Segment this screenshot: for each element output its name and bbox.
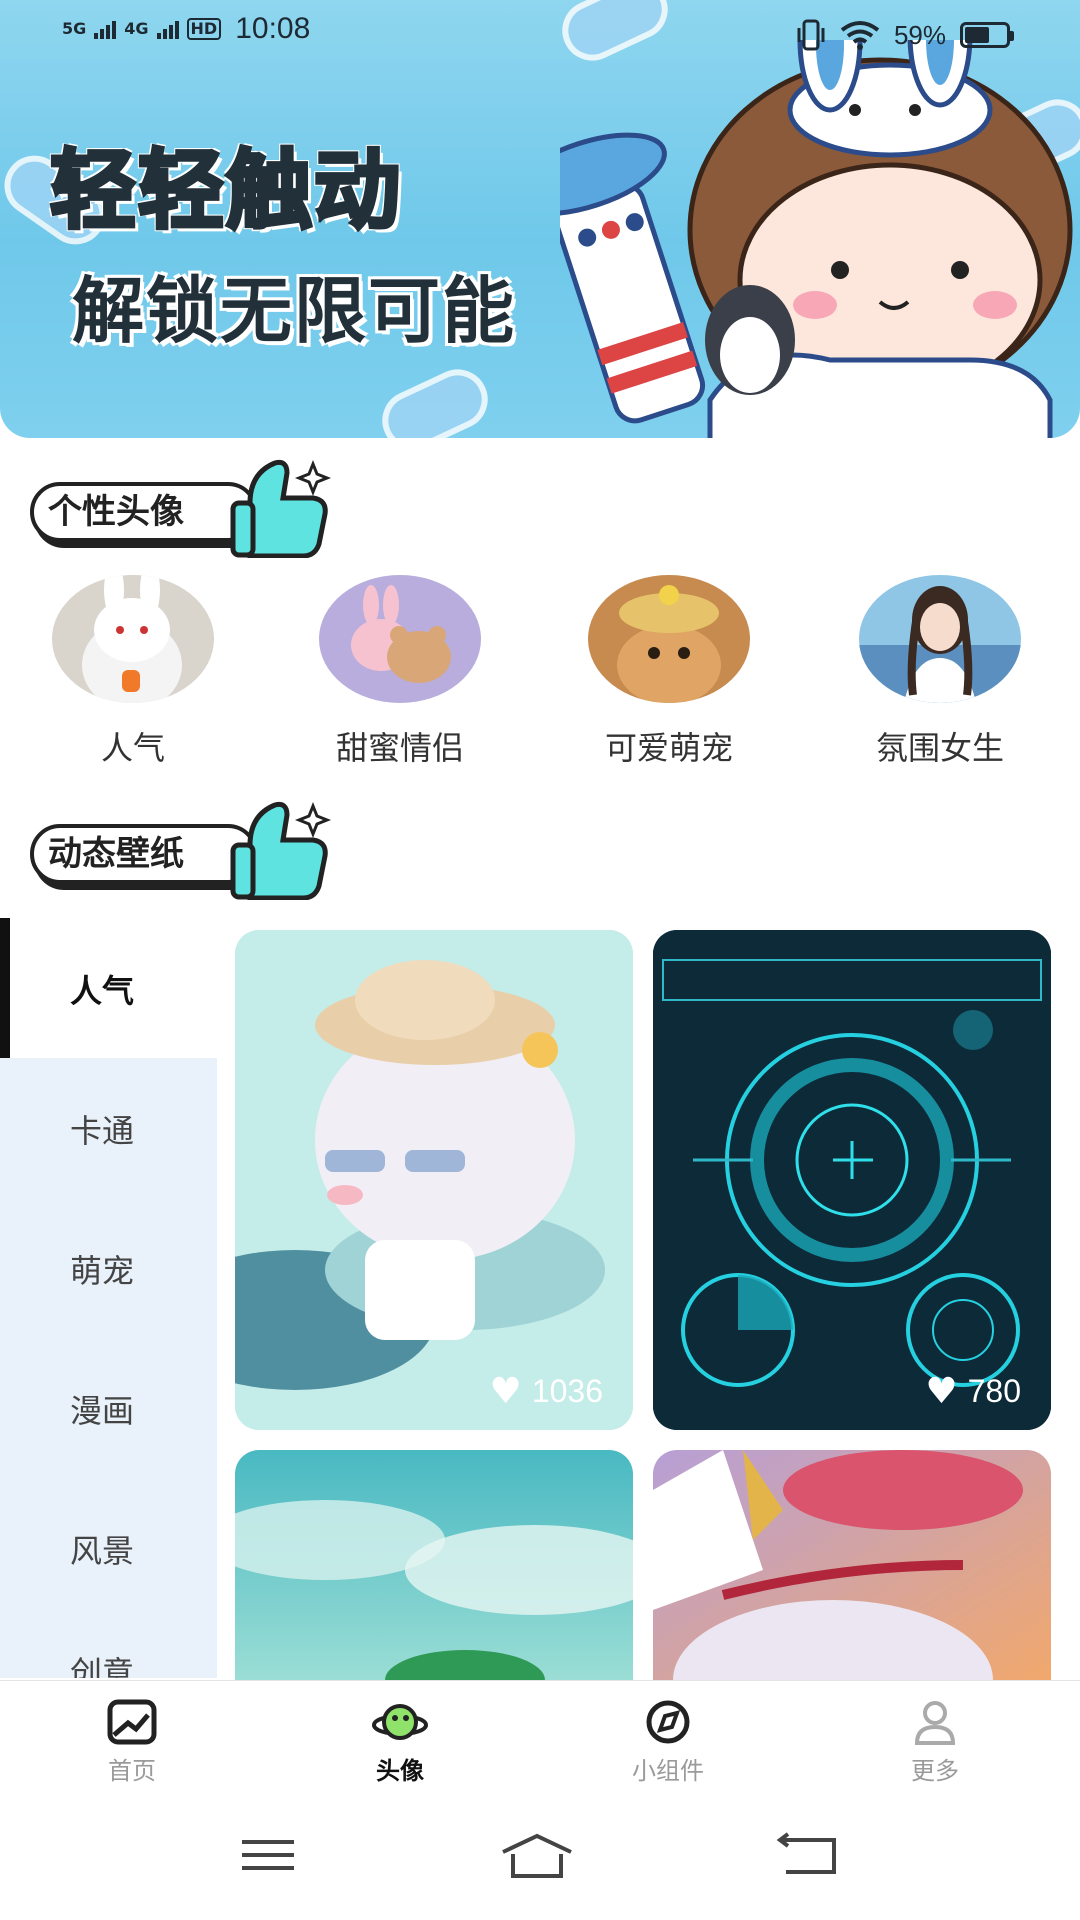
- nav-label: 小组件: [632, 1757, 704, 1785]
- wallpaper-thumbnail: [653, 1450, 1051, 1690]
- category-label: 风景: [70, 1532, 135, 1570]
- wallpaper-card[interactable]: ♥ 1036: [235, 930, 633, 1430]
- avatar-category-label: 人气: [100, 729, 165, 767]
- battery-icon: [960, 22, 1014, 48]
- section-title-avatars: 个性头像: [30, 482, 258, 542]
- category-tab-pets[interactable]: 萌宠: [0, 1198, 217, 1338]
- avatar-category-label: 甜蜜情侣: [335, 729, 464, 767]
- avatar-category-couples[interactable]: 甜蜜情侣: [305, 575, 495, 769]
- banner-headline: 轻轻触动: [48, 139, 402, 243]
- heart-icon: ♥: [925, 1370, 958, 1412]
- category-tab-scenery[interactable]: 风景: [0, 1478, 217, 1618]
- back-icon[interactable]: [770, 1830, 850, 1880]
- wallpaper-card[interactable]: [235, 1450, 633, 1690]
- thumbs-up-icon: [230, 459, 332, 558]
- avatar-category-label: 氛围女生: [875, 729, 1004, 767]
- wallpaper-card[interactable]: [653, 1450, 1051, 1690]
- nav-tab-avatar[interactable]: 头像: [320, 1699, 480, 1786]
- avatar-category-row: 人气 甜蜜情侣 可爱萌宠 氛围女生: [0, 562, 1080, 767]
- wallpapers-section-header: 动态壁纸: [30, 800, 332, 900]
- like-counter: ♥ 1036: [490, 1373, 603, 1410]
- girl-portrait-avatar: [859, 575, 1021, 703]
- category-tab-creative[interactable]: 创意: [0, 1618, 217, 1678]
- avatars-section-header: 个性头像: [30, 458, 332, 558]
- category-label: 卡通: [70, 1112, 135, 1150]
- like-count: 780: [967, 1373, 1021, 1409]
- nav-tab-home[interactable]: 首页: [52, 1699, 212, 1786]
- mascot-illustration: [560, 40, 1073, 438]
- hd-voice-badge: HD: [186, 18, 222, 40]
- cat-in-hat-avatar: [588, 575, 750, 705]
- avatar-category-pets[interactable]: 可爱萌宠: [574, 575, 764, 769]
- wallpaper-card[interactable]: ♥ 780: [653, 930, 1051, 1430]
- planet-icon: [372, 1704, 428, 1740]
- category-label: 漫画: [70, 1392, 135, 1430]
- white-rabbit-avatar: [52, 562, 214, 710]
- status-bar: 5G 4G HD 10:08 59%: [0, 0, 1080, 66]
- banner-subheadline: 解锁无限可能: [72, 269, 517, 353]
- menu-icon[interactable]: [228, 1830, 308, 1880]
- wallpaper-category-sidebar: 人气 卡通 萌宠 漫画 风景 创意: [0, 918, 217, 1678]
- bottom-navigation: 首页 头像 小组件 更多: [0, 1680, 1080, 1790]
- nav-label: 头像: [376, 1757, 424, 1785]
- category-tab-cartoon[interactable]: 卡通: [0, 1058, 217, 1198]
- category-label: 人气: [70, 972, 135, 1010]
- signal-icon: [94, 19, 117, 39]
- wallpaper-thumbnail: [235, 1450, 633, 1690]
- avatar-category-girls[interactable]: 氛围女生: [845, 575, 1035, 769]
- battery-percent: 59%: [893, 19, 946, 50]
- system-navigation-bar: [0, 1790, 1080, 1920]
- network-type-4g: 4G: [124, 19, 149, 38]
- avatar-category-popular[interactable]: 人气: [38, 562, 228, 769]
- user-icon: [914, 1701, 956, 1745]
- network-type-5g: 5G: [62, 19, 87, 38]
- vibrate-icon: [797, 19, 825, 51]
- clock: 10:08: [235, 12, 311, 45]
- nav-tab-more[interactable]: 更多: [855, 1699, 1015, 1786]
- like-count: 1036: [531, 1373, 603, 1409]
- category-tab-popular[interactable]: 人气: [0, 918, 217, 1058]
- avatar-category-label: 可爱萌宠: [604, 729, 733, 767]
- candy-decoration: [372, 359, 498, 438]
- nav-tab-widgets[interactable]: 小组件: [588, 1699, 748, 1786]
- nav-label: 首页: [108, 1757, 156, 1785]
- active-indicator: [0, 918, 10, 1058]
- category-tab-comics[interactable]: 漫画: [0, 1338, 217, 1478]
- wifi-icon: [840, 21, 880, 50]
- category-label: 创意: [70, 1654, 135, 1678]
- bunny-bear-avatar: [319, 575, 481, 703]
- wallpaper-thumbnail: [235, 930, 633, 1430]
- heart-icon: ♥: [489, 1370, 522, 1412]
- like-counter: ♥ 780: [925, 1373, 1021, 1410]
- category-label: 萌宠: [70, 1252, 135, 1290]
- photo-icon: [107, 1699, 157, 1745]
- wallpaper-thumbnail: [653, 930, 1051, 1430]
- nav-label: 更多: [911, 1757, 959, 1785]
- thumbs-up-icon: [230, 801, 332, 900]
- section-title-wallpapers: 动态壁纸: [30, 824, 258, 884]
- compass-icon: [646, 1700, 690, 1744]
- signal-icon: [156, 19, 179, 39]
- home-icon[interactable]: [497, 1830, 577, 1880]
